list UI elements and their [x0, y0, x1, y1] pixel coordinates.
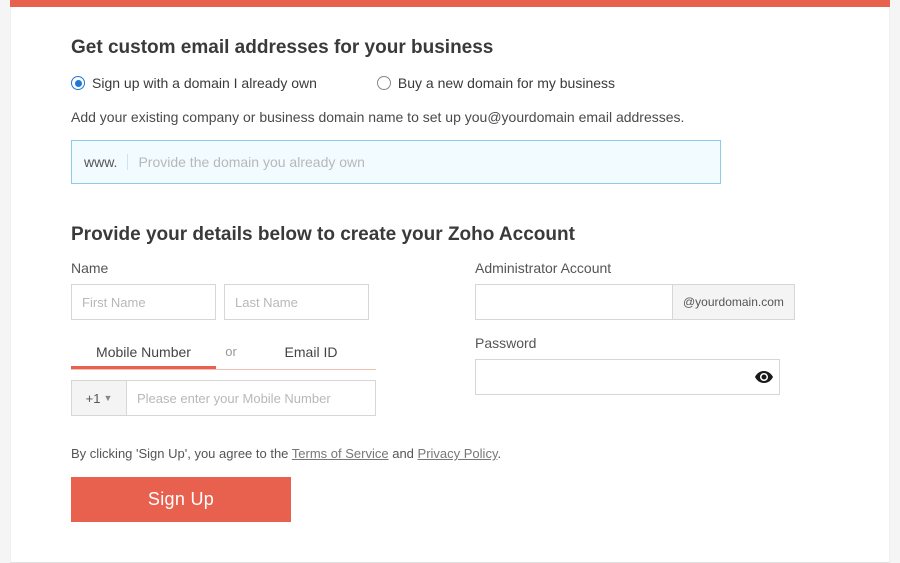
account-details-heading: Provide your details below to create you… — [71, 224, 829, 246]
radio-buy-domain-label: Buy a new domain for my business — [398, 75, 615, 91]
agreement-and: and — [389, 446, 418, 461]
agreement-prefix: By clicking 'Sign Up', you agree to the — [71, 446, 292, 461]
domain-choice-radio-group: Sign up with a domain I already own Buy … — [71, 75, 829, 91]
agreement-text: By clicking 'Sign Up', you agree to the … — [71, 446, 829, 461]
name-row — [71, 284, 425, 320]
phone-input-group: +1 ▼ — [71, 380, 376, 416]
domain-input-group: www. — [71, 140, 721, 184]
mobile-number-input[interactable] — [127, 381, 375, 415]
last-name-input[interactable] — [224, 284, 369, 320]
radio-own-domain-label: Sign up with a domain I already own — [92, 75, 317, 91]
admin-input-group: @yourdomain.com — [475, 284, 780, 320]
admin-domain-suffix: @yourdomain.com — [672, 284, 795, 320]
password-input-group — [475, 359, 780, 395]
tab-or-separator: or — [216, 338, 246, 369]
agreement-suffix: . — [497, 446, 501, 461]
domain-input[interactable] — [128, 141, 720, 183]
radio-own-domain[interactable]: Sign up with a domain I already own — [71, 75, 317, 91]
tab-email-id[interactable]: Email ID — [246, 338, 376, 369]
password-label: Password — [475, 335, 829, 351]
eye-icon — [755, 371, 773, 383]
accent-bar — [10, 0, 890, 7]
domain-www-prefix: www. — [72, 154, 128, 170]
radio-icon — [377, 76, 391, 90]
password-input[interactable] — [476, 370, 749, 385]
admin-account-input[interactable] — [475, 284, 672, 320]
terms-of-service-link[interactable]: Terms of Service — [292, 446, 389, 461]
sign-up-button[interactable]: Sign Up — [71, 477, 291, 522]
toggle-password-visibility[interactable] — [749, 371, 779, 383]
name-label: Name — [71, 260, 425, 276]
tab-mobile-number[interactable]: Mobile Number — [71, 338, 216, 369]
form-columns: Name Mobile Number or Email ID +1 ▼ Admi… — [71, 260, 829, 416]
radio-buy-domain[interactable]: Buy a new domain for my business — [377, 75, 615, 91]
radio-icon — [71, 76, 85, 90]
country-code-value: +1 — [86, 391, 101, 406]
custom-email-heading: Get custom email addresses for your busi… — [71, 37, 829, 59]
country-code-selector[interactable]: +1 ▼ — [72, 381, 127, 415]
contact-method-tabs: Mobile Number or Email ID — [71, 338, 376, 370]
domain-helper-text: Add your existing company or business do… — [71, 109, 829, 125]
signup-form-container: Get custom email addresses for your busi… — [10, 7, 890, 563]
first-name-input[interactable] — [71, 284, 216, 320]
chevron-down-icon: ▼ — [103, 393, 112, 403]
right-column: Administrator Account @yourdomain.com Pa… — [475, 260, 829, 416]
privacy-policy-link[interactable]: Privacy Policy — [418, 446, 498, 461]
admin-account-label: Administrator Account — [475, 260, 829, 276]
left-column: Name Mobile Number or Email ID +1 ▼ — [71, 260, 425, 416]
